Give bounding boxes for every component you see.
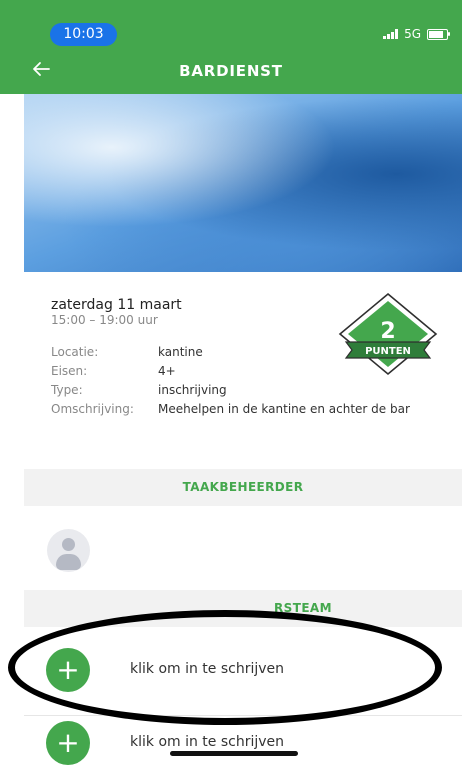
detail-value: inschrijving — [158, 383, 227, 397]
detail-label: Omschrijving: — [51, 402, 134, 416]
avatar-body-shape — [56, 554, 81, 570]
detail-label: Locatie: — [51, 345, 99, 359]
plus-icon: + — [56, 726, 80, 759]
task-time-range: 15:00 – 19:00 uur — [51, 313, 158, 327]
detail-label: Eisen: — [51, 364, 88, 378]
task-details: Locatie: kantine Eisen: 4+ Type: inschri… — [51, 345, 431, 421]
network-type: 5G — [404, 27, 421, 41]
detail-row-eisen: Eisen: 4+ — [51, 364, 431, 378]
page-title: BARDIENST — [179, 62, 283, 80]
points-value: 2 — [380, 319, 395, 344]
divider — [24, 715, 462, 716]
section-header-team-text: RSTEAM — [274, 601, 332, 615]
signal-icon — [383, 29, 399, 39]
signup-add-button-1[interactable]: + — [46, 648, 90, 692]
status-time: 10:03 — [50, 23, 117, 46]
detail-value: 4+ — [158, 364, 176, 378]
plus-icon: + — [56, 653, 80, 686]
taakbeheerder-avatar[interactable] — [47, 529, 90, 572]
detail-row-omschrijving: Omschrijving: Meehelpen in de kantine en… — [51, 402, 431, 416]
app-header: 10:03 5G BARDIENST — [0, 0, 462, 94]
detail-value: Meehelpen in de kantine en achter de bar — [158, 402, 410, 416]
detail-row-type: Type: inschrijving — [51, 383, 431, 397]
avatar-head-shape — [62, 538, 75, 551]
battery-icon — [427, 28, 450, 40]
signup-label-2[interactable]: klik om in te schrijven — [130, 734, 284, 750]
status-indicators: 5G — [383, 23, 450, 45]
detail-label: Type: — [51, 383, 83, 397]
signup-label-1[interactable]: klik om in te schrijven — [130, 661, 284, 677]
detail-value: kantine — [158, 345, 203, 359]
home-indicator[interactable] — [170, 751, 298, 756]
section-header-taakbeheerder: TAAKBEHEERDER — [24, 469, 462, 506]
hero-image — [24, 94, 462, 272]
section-header-team: RSTEAM — [24, 590, 462, 627]
detail-row-locatie: Locatie: kantine — [51, 345, 431, 359]
task-date: zaterdag 11 maart — [51, 297, 182, 313]
signup-add-button-2[interactable]: + — [46, 721, 90, 765]
